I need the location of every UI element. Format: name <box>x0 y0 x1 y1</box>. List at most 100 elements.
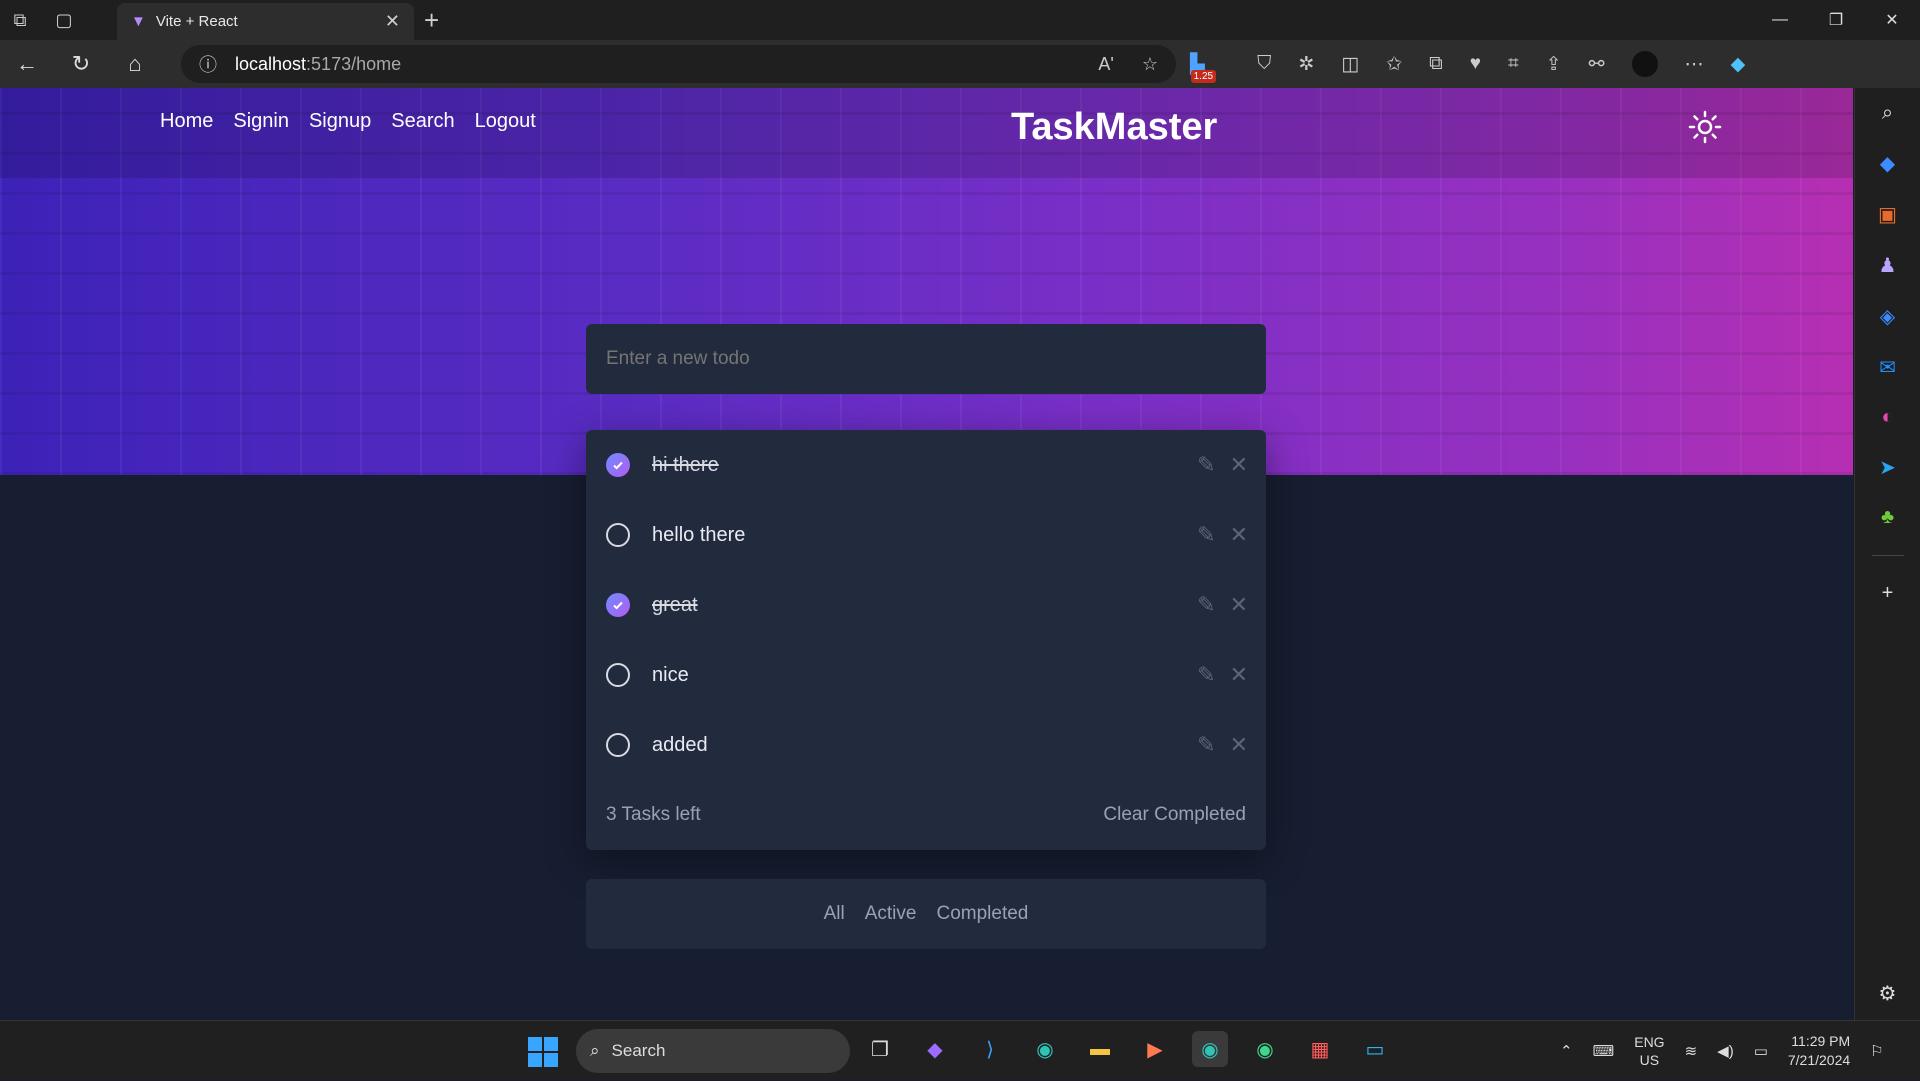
browser-tab-strip: ⧉ ▢ ▼ Vite + React ✕ + — ❐ ✕ <box>0 0 1920 40</box>
nav-logout[interactable]: Logout <box>475 110 536 133</box>
sidebar-outlook-icon[interactable]: ✉ <box>1879 355 1896 380</box>
address-bar[interactable]: ⓘ localhost:5173/home A' ☆ <box>181 45 1176 83</box>
todo-item: hello there ✎ ✕ <box>586 500 1266 570</box>
delete-x-icon[interactable]: ✕ <box>1230 522 1248 548</box>
extension-icon[interactable]: ▙1.25 <box>1190 53 1230 83</box>
remote-desktop-icon[interactable]: ▭ <box>1357 1031 1393 1067</box>
filter-active[interactable]: Active <box>865 903 917 925</box>
restore-icon[interactable]: ❐ <box>1808 0 1864 40</box>
shield-icon[interactable]: ⛉ <box>1257 53 1271 75</box>
theme-toggle-sun-icon[interactable] <box>1688 110 1722 144</box>
incomplete-circle-icon[interactable] <box>606 523 630 547</box>
file-explorer-icon[interactable]: ▬ <box>1082 1031 1118 1067</box>
sidebar-settings-icon[interactable]: ⚙ <box>1879 981 1897 1006</box>
browser-tab[interactable]: ▼ Vite + React ✕ <box>117 3 414 40</box>
extension-badge: 1.25 <box>1190 69 1217 83</box>
taskbar-search-label: Search <box>611 1041 666 1060</box>
share-icon[interactable]: ⇪ <box>1546 53 1562 76</box>
volume-icon[interactable]: ◀) <box>1717 1042 1734 1060</box>
new-tab-icon[interactable]: + <box>424 5 439 35</box>
todo-text[interactable]: added <box>652 734 708 757</box>
close-window-icon[interactable]: ✕ <box>1864 0 1920 40</box>
tasks-left-count: 3 Tasks left <box>606 804 701 825</box>
tray-chevron-icon[interactable]: ⌃ <box>1560 1042 1573 1060</box>
copilot-icon[interactable]: ◆ <box>1731 53 1746 76</box>
media-player-icon[interactable]: ▶ <box>1137 1031 1173 1067</box>
sidebar-search-icon[interactable]: ⌕ <box>1882 102 1893 125</box>
home-icon[interactable]: ⌂ <box>108 40 162 88</box>
extensions-area: ▙1.25 ⛉ ✲ ◫ ✩ ⧉ ♥ ⌗ ⇪ ⚯ ⋯ ◆ <box>1190 40 1745 88</box>
todo-text[interactable]: hi there <box>652 454 719 477</box>
puzzle-icon[interactable]: ✲ <box>1298 53 1314 76</box>
nav-signup[interactable]: Signup <box>309 110 371 133</box>
windows-start-icon[interactable] <box>528 1037 558 1067</box>
edit-pencil-icon[interactable]: ✎ <box>1197 662 1215 688</box>
favorites-icon[interactable]: ✩ <box>1386 53 1402 76</box>
nav-search[interactable]: Search <box>391 110 454 133</box>
favorite-star-icon[interactable]: ☆ <box>1142 54 1158 75</box>
filter-all[interactable]: All <box>824 903 845 925</box>
new-todo-input[interactable] <box>586 324 1266 394</box>
back-icon[interactable]: ← <box>0 40 54 88</box>
wifi-icon[interactable]: ≋ <box>1685 1042 1698 1060</box>
nav-home[interactable]: Home <box>160 110 213 133</box>
site-info-icon[interactable]: ⓘ <box>199 51 217 77</box>
delete-x-icon[interactable]: ✕ <box>1230 662 1248 688</box>
split-screen-icon[interactable]: ◫ <box>1341 53 1359 76</box>
sidebar-tools-icon[interactable]: ▣ <box>1878 202 1897 227</box>
sidebar-add-icon[interactable]: + <box>1882 582 1894 605</box>
window-controls: — ❐ ✕ <box>1752 0 1920 40</box>
edge-profile-icon[interactable]: ◉ <box>1247 1031 1283 1067</box>
sidebar-shopping-tag-icon[interactable]: ◆ <box>1880 151 1895 176</box>
completed-check-icon[interactable] <box>606 453 630 477</box>
refresh-icon[interactable]: ↻ <box>54 40 108 88</box>
todo-text[interactable]: great <box>652 594 698 617</box>
edit-pencil-icon[interactable]: ✎ <box>1197 522 1215 548</box>
incomplete-circle-icon[interactable] <box>606 663 630 687</box>
edge-dev-icon[interactable]: ◉ <box>1027 1031 1063 1067</box>
task-view-icon[interactable]: ❐ <box>862 1031 898 1067</box>
battery-icon[interactable]: ▭ <box>1754 1042 1768 1060</box>
delete-x-icon[interactable]: ✕ <box>1230 732 1248 758</box>
screenshot-icon[interactable]: ⌗ <box>1508 53 1519 75</box>
sidebar-games-icon[interactable]: ♟ <box>1879 253 1897 278</box>
delete-x-icon[interactable]: ✕ <box>1230 592 1248 618</box>
main-nav: Home Signin Signup Search Logout <box>160 110 536 133</box>
workspaces-icon[interactable]: ⧉ <box>0 0 40 40</box>
edit-pencil-icon[interactable]: ✎ <box>1197 592 1215 618</box>
todo-text[interactable]: nice <box>652 664 689 687</box>
keyboard-icon[interactable]: ⌨ <box>1593 1042 1615 1060</box>
close-tab-icon[interactable]: ✕ <box>385 11 400 32</box>
sidebar-divider <box>1871 555 1904 556</box>
read-aloud-icon[interactable]: A' <box>1098 54 1113 75</box>
sidebar-copilot-icon[interactable]: ◈ <box>1880 304 1895 329</box>
edge-active-icon[interactable]: ◉ <box>1192 1031 1228 1067</box>
profile-avatar-icon[interactable] <box>1631 51 1658 77</box>
minimize-icon[interactable]: — <box>1752 0 1808 40</box>
nav-signin[interactable]: Signin <box>233 110 289 133</box>
sidebar-telegram-icon[interactable]: ➤ <box>1879 455 1896 480</box>
tab-actions-icon[interactable]: ▢ <box>44 0 84 40</box>
store-icon[interactable]: ▦ <box>1302 1031 1338 1067</box>
sidebar-designer-icon[interactable]: ◐ <box>1881 406 1893 429</box>
edit-pencil-icon[interactable]: ✎ <box>1197 732 1215 758</box>
edit-pencil-icon[interactable]: ✎ <box>1197 452 1215 478</box>
clock[interactable]: 11:29 PM 7/21/2024 <box>1788 1032 1850 1070</box>
filter-completed[interactable]: Completed <box>936 903 1028 925</box>
copilot-app-icon[interactable]: ◆ <box>917 1031 953 1067</box>
health-icon[interactable]: ♥ <box>1470 53 1481 75</box>
extensions-icon[interactable]: ⚯ <box>1589 53 1605 76</box>
completed-check-icon[interactable] <box>606 593 630 617</box>
taskbar-search[interactable]: ⌕ Search <box>576 1029 850 1073</box>
vscode-icon[interactable]: ⟩ <box>972 1031 1008 1067</box>
todo-text[interactable]: hello there <box>652 524 745 547</box>
collections-icon[interactable]: ⧉ <box>1429 53 1443 75</box>
web-page: Home Signin Signup Search Logout TaskMas… <box>0 88 1853 1020</box>
language-indicator[interactable]: ENG US <box>1634 1033 1664 1069</box>
clear-completed-button[interactable]: Clear Completed <box>1103 804 1246 826</box>
incomplete-circle-icon[interactable] <box>606 733 630 757</box>
delete-x-icon[interactable]: ✕ <box>1230 452 1248 478</box>
sidebar-tree-icon[interactable]: ♣ <box>1881 506 1894 529</box>
notifications-icon[interactable]: ⚐ <box>1870 1042 1883 1060</box>
more-options-icon[interactable]: ⋯ <box>1685 53 1704 76</box>
